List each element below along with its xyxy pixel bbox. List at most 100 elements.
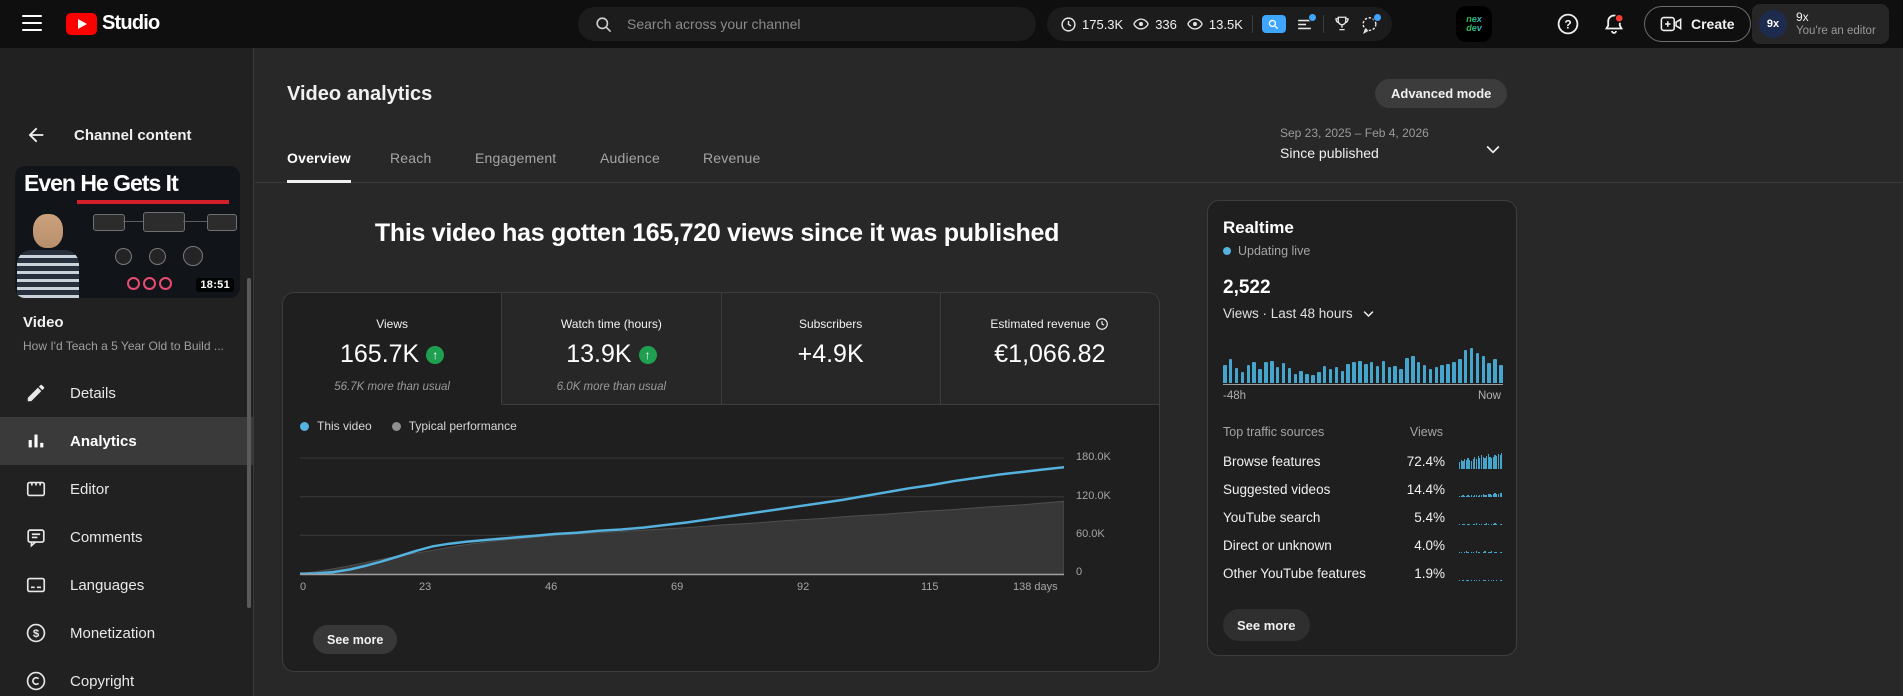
comments-icon [27,529,45,548]
metric-card-subscribers[interactable]: Subscribers +4.9K [721,293,941,405]
legend-this-video[interactable]: This video [300,419,372,433]
realtime-card: Realtime Updating live 2,522 Views · Las… [1207,200,1517,656]
languages-icon [26,577,46,593]
traffic-source-row[interactable]: YouTube search 5.4% [1223,503,1503,531]
chevron-down-icon[interactable] [1483,139,1503,159]
youtube-studio-analytics-page: Studio Search across your channel 175.3K… [0,0,1903,696]
sidebar-scrollbar[interactable] [247,278,251,608]
trend-up-icon: ↑ [638,345,657,364]
realtime-bar [1428,369,1433,383]
watch-time-stat: 175.3K [1060,16,1123,33]
realtime-see-more-button[interactable]: See more [1223,609,1310,641]
realtime-bar [1334,367,1339,383]
youtube-play-icon [66,12,97,35]
y-axis-tick: 180.0K [1076,451,1111,463]
create-button[interactable]: Create [1644,6,1751,42]
feedback-chat-icon[interactable] [1360,12,1382,34]
search-input[interactable]: Search across your channel [578,7,1036,41]
clock-icon [1096,318,1109,330]
advanced-mode-button[interactable]: Advanced mode [1375,79,1508,108]
monetization-icon: $ [26,623,46,643]
help-icon[interactable]: ? [1556,12,1580,36]
realtime-bar [1234,368,1239,383]
hamburger-menu-icon[interactable] [22,15,42,31]
sidebar-item-comments[interactable]: Comments [0,513,254,561]
sidebar-item-details[interactable]: Details [0,369,254,417]
metric-card-views[interactable]: Views 165.7K ↑ 56.7K more than usual [283,293,503,405]
eye-icon [1187,18,1203,30]
sidebar-item-editor[interactable]: Editor [0,465,254,513]
research-insights-icon[interactable] [1261,15,1286,33]
search-placeholder: Search across your channel [627,16,801,32]
traffic-source-row[interactable]: Direct or unknown 4.0% [1223,531,1503,559]
realtime-bar [1246,365,1251,383]
x-axis-tick: 46 [545,581,558,593]
sidebar-item-monetization[interactable]: $ Monetization [0,609,254,657]
traffic-source-sparkline [1459,509,1503,525]
tasks-list-icon[interactable] [1295,12,1317,34]
sidebar-item-analytics[interactable]: Analytics [0,417,254,465]
channel-avatar[interactable]: nex dev [1456,6,1492,42]
traffic-source-label: YouTube search [1223,509,1321,525]
video-thumbnail[interactable]: Even He Gets It 18:51 [15,166,240,298]
realtime-bar [1264,362,1268,383]
editor-account-pill[interactable]: 9x 9x You're an editor [1752,4,1889,44]
realtime-bar [1305,374,1309,383]
notifications-bell-icon[interactable] [1602,12,1626,36]
realtime-views-selector[interactable]: Views · Last 48 hours [1223,306,1376,321]
realtime-bar [1440,365,1444,383]
legend-typical-performance[interactable]: Typical performance [391,419,517,433]
back-to-channel-content[interactable]: Channel content [25,124,192,146]
realtime-bar [1358,361,1362,383]
tab-reach[interactable]: Reach [390,150,431,180]
tab-audience[interactable]: Audience [600,150,660,180]
legend-dot [391,421,401,431]
legend-dot [300,421,309,431]
views-line-chart[interactable] [300,450,1064,578]
page-title: Video analytics [287,83,433,105]
views-stat: 336 [1132,15,1177,33]
sidebar-item-languages[interactable]: Languages [0,561,254,609]
traffic-source-sparkline [1459,537,1503,553]
realtime-axis-line [1223,384,1503,385]
realtime-bar [1375,366,1380,383]
sidebar-item-copyright[interactable]: Copyright [0,657,254,696]
realtime-bar [1346,364,1350,383]
copyright-icon [26,671,46,691]
tab-engagement[interactable]: Engagement [475,150,556,180]
metric-card-watch-time[interactable]: Watch time (hours) 13.9K ↑ 6.0K more than… [502,293,722,405]
realtime-bar [1475,353,1480,383]
realtime-bar [1252,362,1256,383]
metric-card-revenue[interactable]: Estimated revenue €1,066.82 [940,293,1159,405]
realtime-bar [1287,368,1292,383]
realtime-bar [1416,362,1421,383]
traffic-source-label: Suggested videos [1223,481,1331,497]
traffic-source-row[interactable]: Suggested videos 14.4% [1223,475,1503,503]
tab-revenue[interactable]: Revenue [703,150,760,180]
top-bar: Studio Search across your channel 175.3K… [0,0,1903,48]
impressions-stat: 13.5K [1186,15,1243,33]
typical-performance-area [300,500,1064,575]
x-axis-tick: 69 [671,581,684,593]
studio-logo[interactable]: Studio [66,12,160,35]
realtime-bar-chart[interactable] [1223,345,1503,383]
trophy-icon[interactable] [1333,15,1351,33]
traffic-source-row[interactable]: Browse features 72.4% [1223,447,1503,475]
traffic-source-sparkline [1459,453,1503,469]
editor-avatar: 9x [1759,10,1787,38]
realtime-bar [1228,359,1233,383]
editor-role: You're an editor [1796,25,1876,37]
traffic-source-sparkline [1459,481,1503,497]
thumbnail-boy-photo [33,214,63,248]
realtime-bar [1299,371,1303,383]
channel-stats-pill[interactable]: 175.3K 336 13.5K [1047,7,1392,41]
views-headline: This video has gotten 165,720 views sinc… [374,219,1060,247]
realtime-bar [1328,369,1333,383]
traffic-source-label: Browse features [1223,453,1321,469]
realtime-bar [1317,372,1321,383]
tab-overview[interactable]: Overview [287,150,351,183]
traffic-source-row[interactable]: Other YouTube features 1.9% [1223,559,1503,587]
thumbnail-flowchart [93,214,125,231]
date-range-picker[interactable]: Sep 23, 2025 – Feb 4, 2026 Since publish… [1280,126,1429,161]
see-more-button[interactable]: See more [313,625,398,654]
